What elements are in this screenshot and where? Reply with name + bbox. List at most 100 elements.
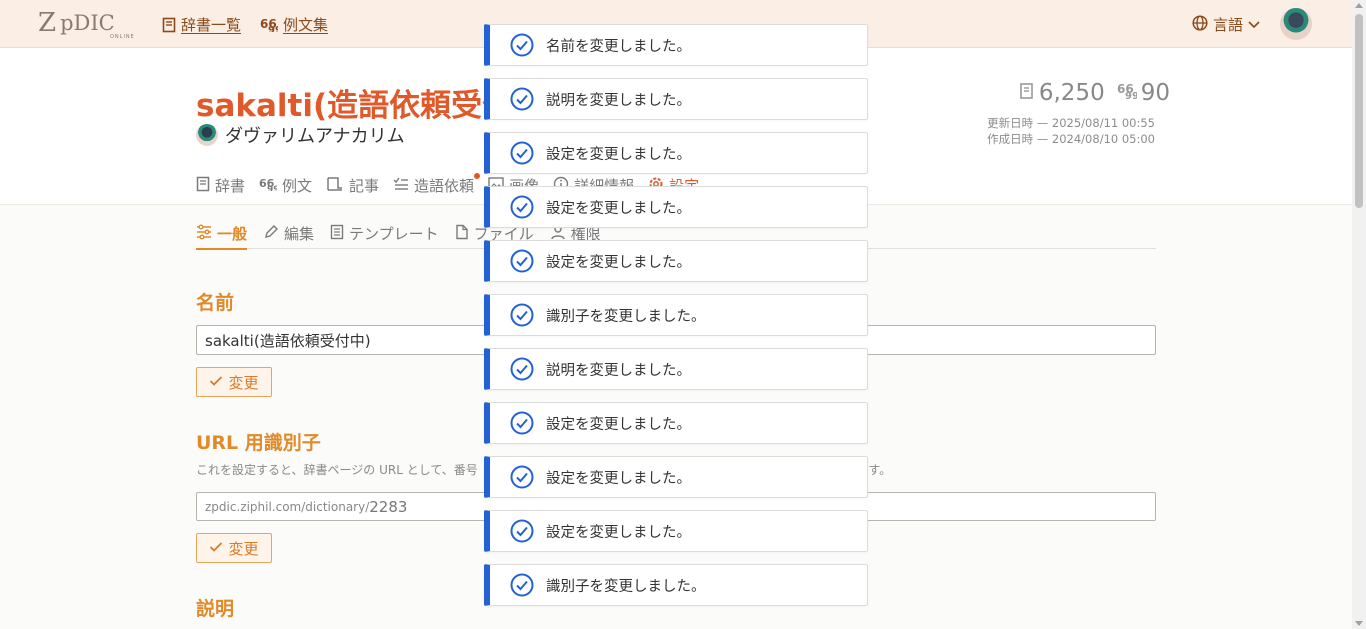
nav-dictionary-list-label: 辞書一覧 xyxy=(181,16,242,34)
logo-text: pDIC xyxy=(60,11,115,35)
notification-dot xyxy=(474,173,481,179)
toast-stack: 名前を変更しました。 説明を変更しました。 設定を変更しました。 設定を変更しま… xyxy=(484,24,868,618)
svg-text:99: 99 xyxy=(1125,91,1137,100)
nav-examples[interactable]: 6699 例文集 xyxy=(260,14,328,35)
toast-message: 設定を変更しました。 xyxy=(546,416,691,433)
user-avatar[interactable] xyxy=(1280,8,1312,40)
url-identifier-value: 2283 xyxy=(369,497,408,516)
toast[interactable]: 設定を変更しました。 xyxy=(484,132,868,174)
tab-dictionary-label: 辞書 xyxy=(215,177,246,195)
tab-requests[interactable]: 造語依頼 xyxy=(393,173,481,196)
pencil-icon xyxy=(263,224,279,244)
check-circle-icon xyxy=(510,87,534,111)
updated-date: 更新日時 — 2025/08/11 00:55 xyxy=(987,116,1155,130)
scroll-thumb[interactable] xyxy=(1355,14,1363,208)
toast-message: 説明を変更しました。 xyxy=(546,92,691,109)
toast-message: 設定を変更しました。 xyxy=(546,200,691,217)
example-count: 90 xyxy=(1140,80,1170,106)
subtab-template[interactable]: テンプレート xyxy=(330,218,439,249)
subtab-general[interactable]: 一般 xyxy=(196,218,248,250)
name-input-value: sakalti(造語依頼受付中) xyxy=(205,331,371,350)
tab-examples[interactable]: 66 99 例文 xyxy=(259,175,312,196)
toast[interactable]: 設定を変更しました。 xyxy=(484,456,868,498)
check-circle-icon xyxy=(510,465,534,489)
toast-message: 設定を変更しました。 xyxy=(546,524,691,541)
toast-message: 識別子を変更しました。 xyxy=(546,578,706,595)
template-icon xyxy=(330,224,344,244)
toast-message: 識別子を変更しました。 xyxy=(546,308,706,325)
toast[interactable]: 識別子を変更しました。 xyxy=(484,564,868,606)
scroll-up-arrow[interactable] xyxy=(1355,3,1363,8)
subtab-template-label: テンプレート xyxy=(349,225,439,243)
url-change-label: 変更 xyxy=(228,539,259,558)
subtab-edit[interactable]: 編集 xyxy=(263,218,314,249)
url-description-left: これを設定すると、辞書ページの URL として、番号 xyxy=(196,463,478,477)
dictionary-stats: 6,250 66 99 90 xyxy=(1019,80,1170,106)
language-label: 言語 xyxy=(1213,16,1244,34)
check-icon xyxy=(209,373,223,391)
toast-message: 設定を変更しました。 xyxy=(546,470,691,487)
quote-icon: 6699 xyxy=(260,18,278,32)
dictionary-owner[interactable]: ダヴァリムアナカリム xyxy=(196,122,405,148)
name-heading: 名前 xyxy=(196,292,235,314)
subtab-edit-label: 編集 xyxy=(284,225,315,243)
toast[interactable]: 名前を変更しました。 xyxy=(484,24,868,66)
name-change-label: 変更 xyxy=(228,373,259,392)
toast[interactable]: 設定を変更しました。 xyxy=(484,186,868,228)
globe-icon xyxy=(1192,14,1208,35)
toast[interactable]: 設定を変更しました。 xyxy=(484,402,868,444)
quote-icon: 6699 xyxy=(259,177,280,195)
tab-articles[interactable]: 記事 xyxy=(326,175,379,196)
book-icon xyxy=(1019,80,1035,106)
check-icon xyxy=(209,539,223,557)
toast[interactable]: 設定を変更しました。 xyxy=(484,240,868,282)
check-circle-icon xyxy=(510,411,534,435)
toast[interactable]: 説明を変更しました。 xyxy=(484,78,868,120)
toast-message: 名前を変更しました。 xyxy=(546,38,691,55)
file-icon xyxy=(455,224,469,244)
book-icon xyxy=(196,176,210,196)
toast[interactable]: 設定を変更しました。 xyxy=(484,510,868,552)
toast[interactable]: 識別子を変更しました。 xyxy=(484,294,868,336)
check-circle-icon xyxy=(510,303,534,327)
created-date: 作成日時 — 2024/08/10 05:00 xyxy=(987,132,1155,146)
toast-message: 設定を変更しました。 xyxy=(546,146,691,163)
toast[interactable]: 説明を変更しました。 xyxy=(484,348,868,390)
zpdic-logo[interactable]: Z pDIC ONLINE xyxy=(38,8,134,40)
check-circle-icon xyxy=(510,357,534,381)
word-count: 6,250 xyxy=(1038,80,1105,106)
svg-text:99: 99 xyxy=(267,185,277,191)
name-change-button[interactable]: 変更 xyxy=(196,367,272,397)
page-scrollbar[interactable] xyxy=(1352,0,1366,629)
chevron-down-icon xyxy=(1248,16,1260,34)
logo-mark: Z xyxy=(38,8,57,38)
logo-sub: ONLINE xyxy=(110,34,135,40)
sliders-icon xyxy=(196,224,212,244)
book-icon xyxy=(162,17,176,33)
check-circle-icon xyxy=(510,195,534,219)
owner-avatar xyxy=(196,124,218,146)
language-selector[interactable]: 言語 xyxy=(1192,14,1260,35)
quote-icon: 6699 xyxy=(1117,80,1139,106)
url-change-button[interactable]: 変更 xyxy=(196,533,272,563)
tab-articles-label: 記事 xyxy=(349,177,380,195)
dictionary-dates: 更新日時 — 2025/08/11 00:55 作成日時 — 2024/08/1… xyxy=(987,115,1155,147)
scroll-down-arrow[interactable] xyxy=(1355,621,1363,626)
check-circle-icon xyxy=(510,141,534,165)
article-icon xyxy=(326,176,344,196)
url-heading: URL 用識別子 xyxy=(196,432,321,454)
nav-examples-label: 例文集 xyxy=(283,16,329,34)
tab-requests-label: 造語依頼 xyxy=(414,177,475,195)
url-description-right: す。 xyxy=(868,463,892,477)
check-circle-icon xyxy=(510,519,534,543)
subtab-general-label: 一般 xyxy=(217,225,248,243)
word-count-stat: 6,250 xyxy=(1019,80,1105,106)
tab-examples-label: 例文 xyxy=(282,177,313,195)
dictionary-title[interactable]: sakalti(造語依頼受付 xyxy=(196,80,513,125)
owner-name: ダヴァリムアナカリム xyxy=(225,126,405,147)
tab-dictionary[interactable]: 辞書 xyxy=(196,175,245,196)
nav-dictionary-list[interactable]: 辞書一覧 xyxy=(162,14,241,35)
toast-message: 説明を変更しました。 xyxy=(546,362,691,379)
toast-message: 設定を変更しました。 xyxy=(546,254,691,271)
request-icon xyxy=(393,177,409,195)
